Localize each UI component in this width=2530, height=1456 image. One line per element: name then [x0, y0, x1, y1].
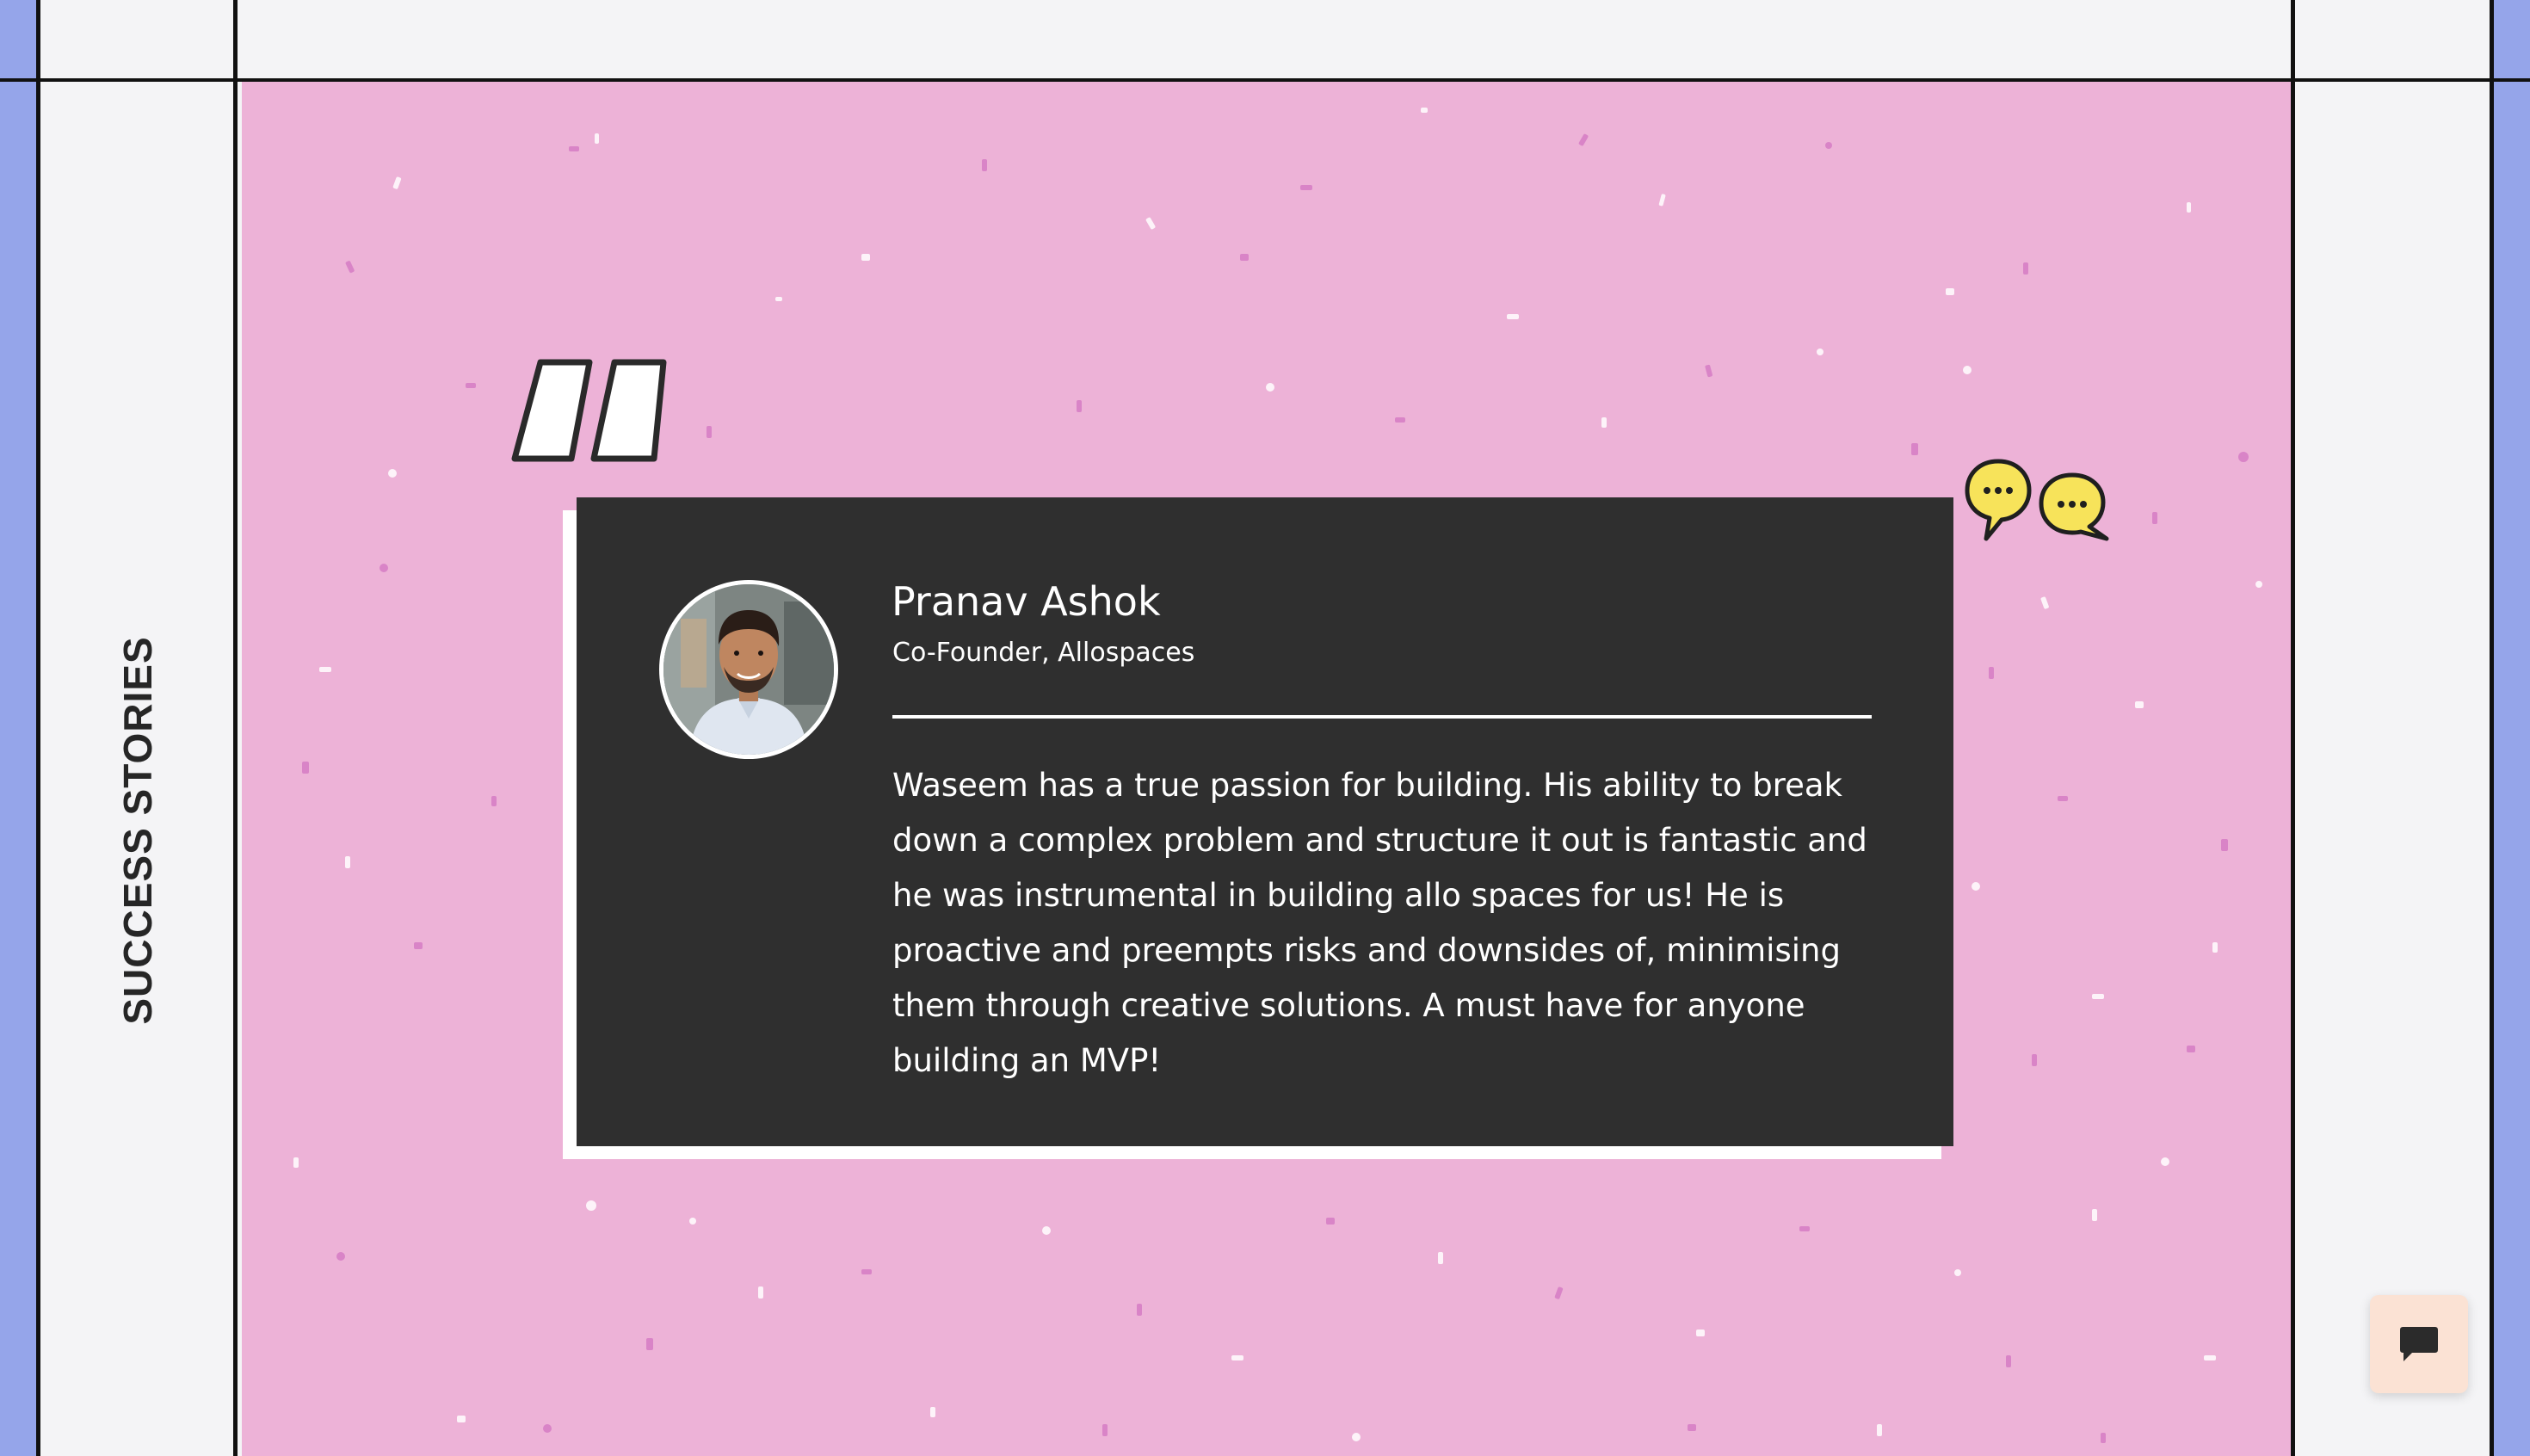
testimonial-card: Pranav Ashok Co-Founder, Allospaces Wase… [577, 497, 1953, 1146]
author-name: Pranav Ashok [892, 578, 1161, 625]
right-rail [2291, 0, 2494, 1456]
author-photo [663, 584, 834, 755]
author-avatar [659, 580, 838, 759]
testimonial-quote: Waseem has a true passion for building. … [892, 767, 1867, 1079]
author-role: Co-Founder, Allospaces [892, 638, 1195, 668]
left-edge-stripe [0, 0, 36, 1456]
quote-mark-icon [511, 359, 667, 462]
right-edge-stripe [2494, 0, 2530, 1456]
chat-icon [2400, 1327, 2438, 1361]
chat-launcher-button[interactable] [2370, 1295, 2468, 1393]
section-label: SUCCESS STORIES [115, 636, 160, 1025]
top-strip [0, 0, 2530, 82]
divider [892, 715, 1872, 719]
speech-bubbles-icon [1965, 459, 2109, 541]
